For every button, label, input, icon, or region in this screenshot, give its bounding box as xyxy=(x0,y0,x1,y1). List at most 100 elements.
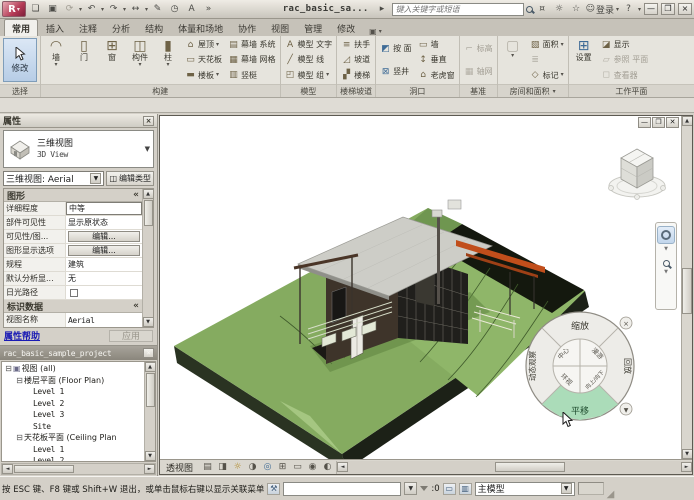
signin-button[interactable]: ☺登录 xyxy=(586,3,614,16)
collapse-icon[interactable]: « xyxy=(133,301,139,311)
zoom-tool-button[interactable] xyxy=(663,260,670,267)
panel-label-build[interactable]: 构建 xyxy=(41,84,280,97)
sun-path-icon[interactable]: ☼ xyxy=(231,461,244,473)
collapse-icon[interactable]: « xyxy=(133,190,139,200)
ribbon-state-icon[interactable]: ▣▾ xyxy=(369,27,382,36)
property-row[interactable]: 视图名称Aerial xyxy=(4,313,142,327)
scroll-up-icon[interactable]: ▲ xyxy=(143,189,154,199)
render-icon[interactable]: ◎ xyxy=(261,461,274,473)
tree-item[interactable]: Level 2 xyxy=(2,398,144,410)
curtain-system-button[interactable]: ▤幕墙 系统 xyxy=(226,38,278,51)
scroll-up-icon[interactable]: ▲ xyxy=(145,362,156,372)
property-row[interactable]: 图形显示选项编辑... xyxy=(4,244,142,258)
minimize-button[interactable]: — xyxy=(644,3,658,15)
detail-level-value[interactable]: 中等 xyxy=(66,202,142,215)
help-icon[interactable]: ? xyxy=(621,2,636,16)
properties-close-icon[interactable]: × xyxy=(143,116,154,126)
search-icon[interactable] xyxy=(526,6,533,13)
tab-annotate[interactable]: 注释 xyxy=(72,20,104,36)
tree-item[interactable]: Level 1 xyxy=(2,386,144,398)
sync-icon[interactable]: ⟳ xyxy=(62,2,77,16)
property-row[interactable]: 部件可见性显示原状态 xyxy=(4,216,142,230)
view-cube[interactable] xyxy=(604,138,674,208)
chevron-down-icon[interactable]: ▾ xyxy=(101,6,104,13)
tab-view[interactable]: 视图 xyxy=(264,20,296,36)
communication-icon[interactable]: ☼ xyxy=(552,2,567,16)
panel-label-datum[interactable]: 基准 xyxy=(460,84,497,97)
chevron-down-icon[interactable]: ▾ xyxy=(79,6,82,13)
browser-hscrollbar[interactable]: ◄ ► xyxy=(1,463,156,475)
design-option-icon[interactable]: ▥ xyxy=(459,483,472,495)
property-row[interactable]: 规程建筑 xyxy=(4,258,142,272)
chevron-down-icon[interactable]: ▾ xyxy=(638,6,641,13)
parts-visibility-value[interactable]: 显示原状态 xyxy=(66,216,142,229)
analysis-display-value[interactable]: 无 xyxy=(66,272,142,285)
panel-label-model[interactable]: 模型 xyxy=(281,84,337,97)
panel-label-room-area[interactable]: 房间和面积▾ xyxy=(498,84,568,97)
type-selector[interactable]: 三维视图 3D View ▼ xyxy=(3,130,154,168)
door-button[interactable]: ▯门 xyxy=(71,37,97,83)
railing-button[interactable]: ≡扶手 xyxy=(339,38,372,51)
curtain-grid-button[interactable]: ▦幕墙 网格 xyxy=(226,53,278,66)
scale-perspective-label[interactable]: 透视图 xyxy=(164,461,199,474)
room-button[interactable]: ▢▾ xyxy=(500,37,526,83)
roof-button[interactable]: ⌂屋顶▾ xyxy=(183,38,224,51)
view-name-value[interactable]: Aerial xyxy=(66,313,142,327)
panel-label-circulation[interactable]: 楼梯坡道 xyxy=(337,84,375,97)
wheel-close-icon[interactable]: × xyxy=(623,320,629,328)
model-line-button[interactable]: ╱模型 线 xyxy=(283,53,335,66)
wheel-orbit-label[interactable]: 动态观察 xyxy=(527,351,537,381)
ramp-button[interactable]: ◿坡道 xyxy=(339,53,372,66)
model-text-button[interactable]: A模型 文字 xyxy=(283,38,335,51)
visibility-edit-button[interactable]: 编辑... xyxy=(68,231,140,242)
chevron-down-icon[interactable]: ▼ xyxy=(664,246,668,252)
filter-icon[interactable] xyxy=(420,486,428,491)
wheel-zoom-label[interactable]: 缩放 xyxy=(571,320,589,332)
scroll-down-icon[interactable]: ▼ xyxy=(143,317,154,327)
tab-modify[interactable]: 修改 xyxy=(330,20,362,36)
properties-scrollbar[interactable]: ▲ ▼ xyxy=(142,189,153,327)
dimension-icon[interactable]: ✎ xyxy=(150,2,165,16)
tree-item[interactable]: ⊟▣视图 (all) xyxy=(2,363,144,375)
discipline-value[interactable]: 建筑 xyxy=(66,258,142,271)
detail-level-icon[interactable]: ▤ xyxy=(201,461,214,473)
column-button[interactable]: ▮柱▾ xyxy=(155,37,181,83)
room-separator-button[interactable]: ≣ xyxy=(528,53,566,66)
tree-item[interactable]: Level 3 xyxy=(2,409,144,421)
dormer-button[interactable]: ⌂老虎窗 xyxy=(416,69,457,82)
tree-item[interactable]: ⊟楼层平面 (Floor Plan) xyxy=(2,375,144,387)
scroll-thumb[interactable] xyxy=(682,268,692,314)
model-group-button[interactable]: ◰模型 组▾ xyxy=(283,69,335,82)
modify-button[interactable]: 修改 xyxy=(3,38,37,82)
edit-type-button[interactable]: ◫ 编辑类型 xyxy=(106,171,154,186)
temporary-hide-icon[interactable]: ◉ xyxy=(306,461,319,473)
opening-by-face-button[interactable]: ◩按 面 xyxy=(378,42,414,55)
crop-view-icon[interactable]: ⊞ xyxy=(276,461,289,473)
wheel-menu-icon[interactable]: ▼ xyxy=(624,407,629,414)
redo-icon[interactable]: ↷ xyxy=(106,2,121,16)
view-restore-icon[interactable]: ❐ xyxy=(652,117,665,128)
mullion-button[interactable]: ▥竖梃 xyxy=(226,69,278,82)
vertical-opening-button[interactable]: ↕垂直 xyxy=(416,53,457,66)
drawing-area[interactable]: — ❐ ✕ xyxy=(159,115,693,475)
shadows-icon[interactable]: ◑ xyxy=(246,461,259,473)
component-button[interactable]: ◫构件▾ xyxy=(127,37,153,83)
canvas-vscrollbar[interactable]: ▲ ▼ xyxy=(681,116,692,459)
design-options-combo[interactable]: 主模型 ▼ xyxy=(475,482,575,496)
clock-icon[interactable]: ◷ xyxy=(167,2,182,16)
scroll-right-icon[interactable]: ► xyxy=(681,462,692,472)
scroll-left-icon[interactable]: ◄ xyxy=(2,464,13,474)
property-row[interactable]: 默认分析显...无 xyxy=(4,272,142,286)
scroll-up-icon[interactable]: ▲ xyxy=(682,116,693,126)
chevron-down-icon[interactable]: ▼ xyxy=(561,483,572,494)
tab-analyze[interactable]: 分析 xyxy=(105,20,137,36)
tree-item[interactable]: Site xyxy=(2,421,144,433)
wall-opening-button[interactable]: ▭墙 xyxy=(416,38,457,51)
close-button[interactable]: × xyxy=(678,3,692,15)
wheel-rewind-label[interactable]: 回放 xyxy=(623,358,633,374)
more-tools-icon[interactable]: » xyxy=(201,2,216,16)
scroll-down-icon[interactable]: ▼ xyxy=(145,451,156,461)
wall-button[interactable]: ◠墙▾ xyxy=(43,37,69,83)
ref-plane-button[interactable]: ▱参照 平面 xyxy=(599,53,651,66)
section-identity[interactable]: 标识数据« xyxy=(4,300,142,313)
